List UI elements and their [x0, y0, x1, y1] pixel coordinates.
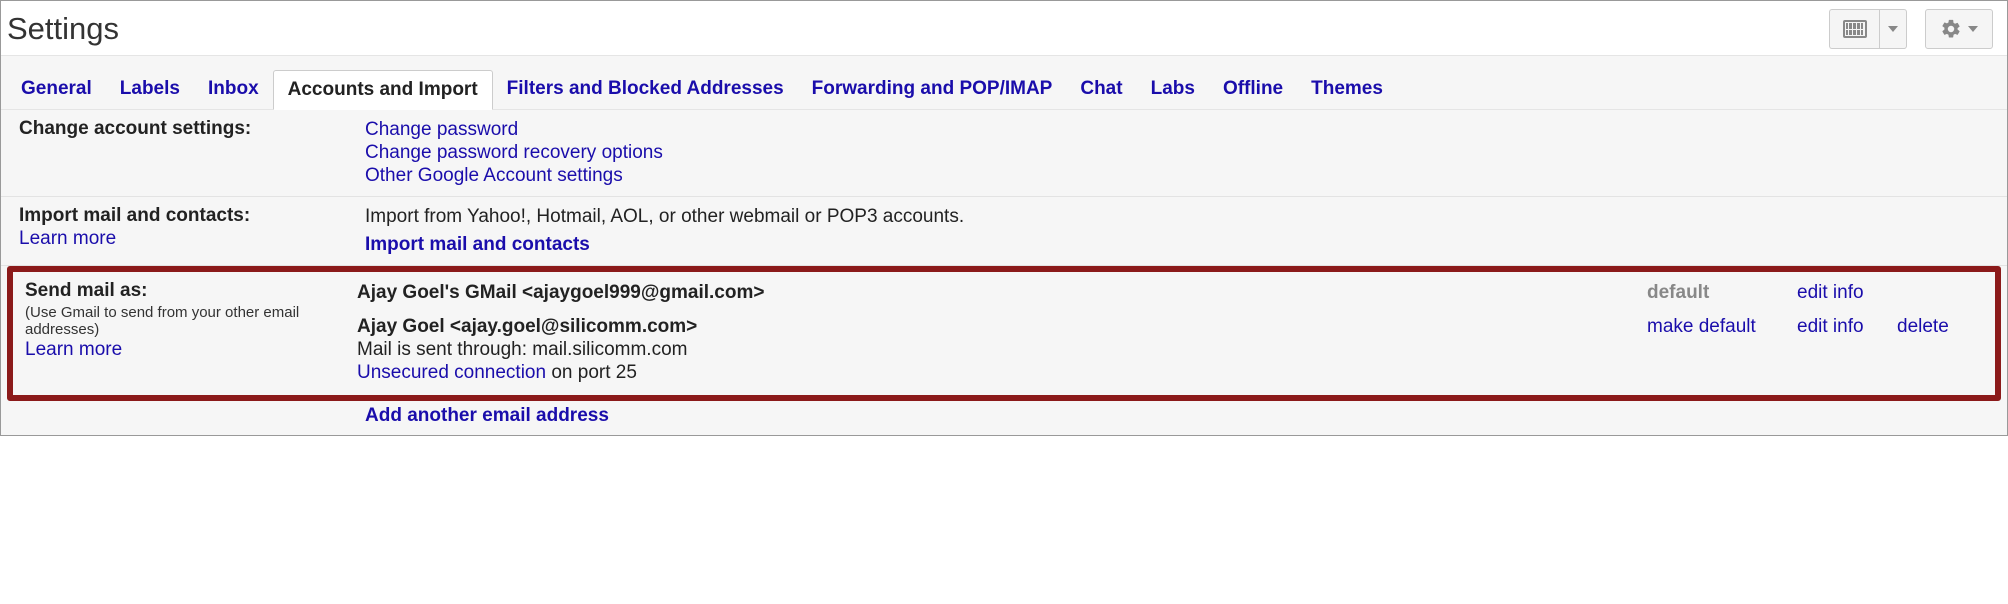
tabs: General Labels Inbox Accounts and Import…	[1, 56, 2007, 110]
tab-forwarding[interactable]: Forwarding and POP/IMAP	[798, 70, 1067, 109]
chevron-down-icon	[1888, 26, 1898, 32]
tab-offline[interactable]: Offline	[1209, 70, 1297, 109]
tab-chat[interactable]: Chat	[1066, 70, 1136, 109]
chevron-down-icon	[1968, 26, 1978, 32]
label-col	[1, 405, 351, 427]
section-subtitle: (Use Gmail to send from your other email…	[25, 304, 357, 338]
mail-through-text: Mail is sent through: mail.silicomm.com	[357, 339, 1647, 361]
section-title: Change account settings:	[19, 118, 351, 140]
tab-accounts[interactable]: Accounts and Import	[273, 70, 493, 110]
section-add-another: Add another email address	[1, 401, 2007, 435]
tab-filters[interactable]: Filters and Blocked Addresses	[493, 70, 798, 109]
tab-labs[interactable]: Labs	[1137, 70, 1209, 109]
settings-gear-button[interactable]	[1925, 9, 1993, 49]
section-change-account: Change account settings: Change password…	[1, 110, 2007, 197]
sendmail-learn-more-link[interactable]: Learn more	[25, 339, 122, 360]
sendmail-row-display: Ajay Goel's GMail <ajaygoel999@gmail.com…	[357, 282, 1647, 304]
gear-icon	[1940, 18, 1962, 40]
change-password-link[interactable]: Change password	[365, 119, 518, 140]
other-settings-link[interactable]: Other Google Account settings	[365, 165, 623, 186]
section-send-mail-as: Send mail as: (Use Gmail to send from yo…	[13, 280, 1995, 387]
section-title: Send mail as:	[25, 280, 357, 302]
edit-info-link[interactable]: edit info	[1797, 316, 1864, 337]
keyboard-button[interactable]	[1829, 9, 1879, 49]
change-recovery-link[interactable]: Change password recovery options	[365, 142, 663, 163]
value-col: Add another email address	[351, 405, 2007, 427]
add-another-email-link[interactable]: Add another email address	[365, 405, 609, 426]
keyboard-button-group	[1829, 9, 1907, 49]
keyboard-icon	[1843, 20, 1867, 38]
unsecured-connection-link[interactable]: Unsecured connection	[357, 362, 546, 383]
label-col: Send mail as: (Use Gmail to send from yo…	[13, 280, 357, 387]
header: Settings	[1, 1, 2007, 56]
tab-themes[interactable]: Themes	[1297, 70, 1397, 109]
import-mail-link[interactable]: Import mail and contacts	[365, 234, 590, 255]
header-buttons	[1829, 9, 2001, 49]
port-text: on port 25	[546, 362, 637, 383]
content: Change account settings: Change password…	[1, 110, 2007, 435]
tab-inbox[interactable]: Inbox	[194, 70, 273, 109]
section-import: Import mail and contacts: Learn more Imp…	[1, 197, 2007, 266]
make-default-link[interactable]: make default	[1647, 316, 1756, 337]
edit-info-link[interactable]: edit info	[1797, 282, 1864, 303]
import-desc: Import from Yahoo!, Hotmail, AOL, or oth…	[365, 206, 2007, 228]
label-col: Change account settings:	[1, 118, 351, 188]
section-send-mail-as-highlight: Send mail as: (Use Gmail to send from yo…	[7, 266, 2001, 401]
sendmail-row-0: Ajay Goel's GMail <ajaygoel999@gmail.com…	[357, 280, 1995, 306]
tab-labels[interactable]: Labels	[106, 70, 194, 109]
page-title: Settings	[7, 11, 119, 47]
sendmail-row-1: Ajay Goel <ajay.goel@silicomm.com> Mail …	[357, 314, 1995, 387]
label-col: Import mail and contacts: Learn more	[1, 205, 351, 257]
value-col: Import from Yahoo!, Hotmail, AOL, or oth…	[351, 205, 2007, 257]
connection-line: Unsecured connection on port 25	[357, 362, 1647, 384]
sendmail-row-display: Ajay Goel <ajay.goel@silicomm.com>	[357, 316, 1647, 338]
default-label: default	[1647, 282, 1709, 303]
tab-general[interactable]: General	[7, 70, 106, 109]
delete-link[interactable]: delete	[1897, 316, 1949, 337]
value-col: Change password Change password recovery…	[351, 118, 2007, 188]
value-col: Ajay Goel's GMail <ajaygoel999@gmail.com…	[357, 280, 1995, 387]
keyboard-dropdown-button[interactable]	[1879, 9, 1907, 49]
import-learn-more-link[interactable]: Learn more	[19, 228, 116, 249]
section-title: Import mail and contacts:	[19, 205, 351, 227]
